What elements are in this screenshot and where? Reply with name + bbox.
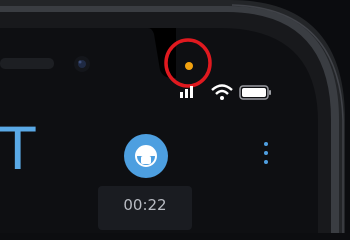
record-icon	[135, 145, 157, 167]
signal-icon	[180, 86, 193, 98]
battery-icon	[239, 85, 271, 100]
app-title-letter: T	[0, 115, 42, 183]
record-button[interactable]	[124, 134, 168, 178]
status-bar-icons	[180, 84, 271, 100]
phone-scene: T 00:22	[0, 0, 350, 233]
orange-dot-icon	[185, 62, 193, 70]
timer-panel: 00:22	[98, 186, 192, 230]
more-vert-icon[interactable]	[262, 142, 270, 172]
timer-text: 00:22	[123, 196, 167, 214]
wifi-icon	[211, 84, 233, 100]
